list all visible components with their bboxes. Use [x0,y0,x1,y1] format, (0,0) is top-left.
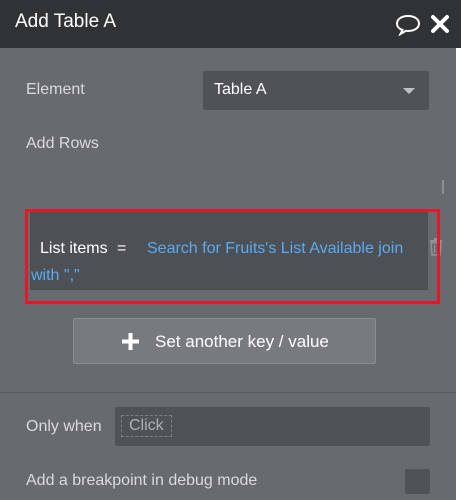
element-dropdown-value: Table A [214,81,267,98]
row-equals: = [117,240,127,257]
row-value-expression-continued[interactable]: with "," [31,267,80,285]
section-divider [0,392,456,393]
set-another-key-value-label: Set another key / value [155,332,329,351]
window-title: Add Table A [15,11,117,32]
row-value-expression[interactable]: Search for Fruits's List Available join [147,240,403,258]
element-dropdown[interactable]: Table A [203,71,429,110]
key-value-row[interactable]: List items = Search for Fruits's List Av… [30,212,428,290]
only-when-input[interactable]: Click [115,407,430,446]
trash-icon[interactable] [429,238,443,256]
breakpoint-label: Add a breakpoint in debug mode [26,472,258,489]
plus-icon [122,333,139,350]
element-label: Element [26,81,85,98]
add-rows-label: Add Rows [26,135,99,152]
row-key[interactable]: List items [40,240,108,258]
only-when-placeholder[interactable]: Click [121,415,172,437]
breakpoint-checkbox[interactable] [405,469,430,494]
scroll-indicator [442,180,444,194]
panel-edge [456,48,461,500]
only-when-label: Only when [26,418,102,435]
chevron-down-icon [403,88,415,94]
window-header: Add Table A [0,0,461,48]
set-another-key-value-button[interactable]: Set another key / value [73,318,376,364]
close-icon[interactable] [430,14,450,34]
comment-icon[interactable] [395,14,421,36]
